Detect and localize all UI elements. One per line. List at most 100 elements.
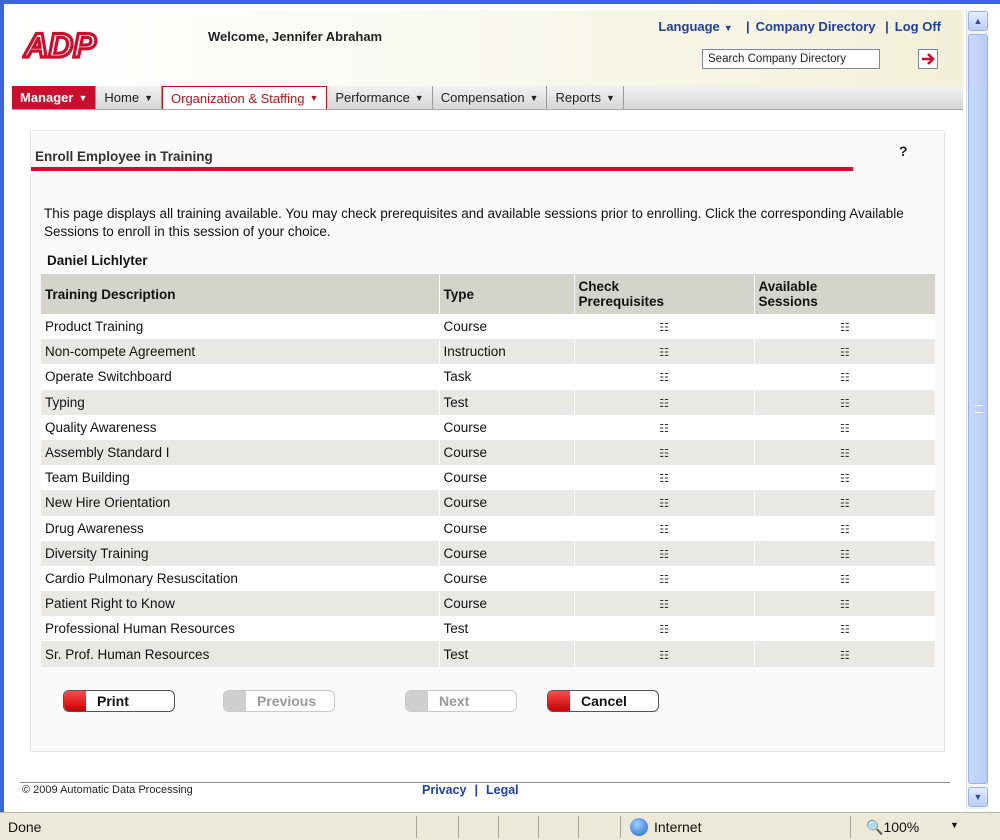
company-directory-link[interactable]: Company Directory xyxy=(756,19,876,34)
svg-text:ADP: ADP xyxy=(23,28,96,62)
scroll-thumb[interactable] xyxy=(968,34,988,784)
available-sessions-icon[interactable]: ☷ xyxy=(840,422,850,435)
log-off-link[interactable]: Log Off xyxy=(895,19,941,34)
check-prerequisites-icon[interactable]: ☷ xyxy=(659,649,669,662)
column-header-sessions: Available Sessions xyxy=(754,274,935,314)
chevron-down-icon: ▼ xyxy=(309,93,319,103)
available-sessions-icon[interactable]: ☷ xyxy=(840,371,850,384)
nav-compensation[interactable]: Compensation ▼ xyxy=(433,86,548,109)
training-type: Course xyxy=(439,565,575,592)
table-row: Patient Right to Know Course ☷ ☷ xyxy=(41,591,935,617)
available-sessions-icon[interactable]: ☷ xyxy=(840,573,850,586)
chevron-down-icon: ▼ xyxy=(414,92,424,103)
available-sessions-icon[interactable]: ☷ xyxy=(840,472,850,485)
globe-icon xyxy=(630,818,648,836)
check-prerequisites-icon[interactable]: ☷ xyxy=(659,598,669,611)
welcome-text: Welcome, Jennifer Abraham xyxy=(208,29,383,44)
chevron-down-icon[interactable]: ▼ xyxy=(950,820,959,830)
help-icon[interactable]: ? xyxy=(899,143,908,159)
check-prerequisites-icon[interactable]: ☷ xyxy=(659,497,669,510)
scroll-up-button[interactable]: ▲ xyxy=(968,11,988,31)
available-sessions-icon[interactable]: ☷ xyxy=(840,623,850,636)
training-type: Test xyxy=(439,389,575,415)
status-bar: Done Internet 🔍100% ▼ xyxy=(0,812,1000,840)
search-go-button[interactable] xyxy=(918,49,938,69)
chevron-down-icon: ▼ xyxy=(606,92,615,103)
nav-manager[interactable]: Manager ▼ xyxy=(12,86,97,109)
table-row: Sr. Prof. Human Resources Test ☷ ☷ xyxy=(41,641,935,667)
top-links: Language ▼ | Company Directory | Log Off xyxy=(658,19,941,34)
adp-logo[interactable]: ADP xyxy=(22,28,114,62)
vertical-scrollbar[interactable]: ▲ ▼ xyxy=(966,10,988,809)
training-description: Typing xyxy=(41,389,440,415)
nav-home[interactable]: Home ▼ xyxy=(96,86,162,109)
check-prerequisites-icon[interactable]: ☷ xyxy=(659,346,669,359)
check-prerequisites-icon[interactable]: ☷ xyxy=(659,397,669,410)
main-nav: Manager ▼ Home ▼ Organization & Staffing ▼ … xyxy=(12,86,963,110)
training-description: Non-compete Agreement xyxy=(41,339,440,365)
available-sessions-icon[interactable]: ☷ xyxy=(840,447,850,460)
table-row: Quality Awareness Course ☷ ☷ xyxy=(41,414,935,440)
nav-performance[interactable]: Performance ▼ xyxy=(327,86,433,109)
available-sessions-icon[interactable]: ☷ xyxy=(840,649,850,662)
check-prerequisites-icon[interactable]: ☷ xyxy=(659,472,669,485)
check-prerequisites-icon[interactable]: ☷ xyxy=(659,422,669,435)
table-row: New Hire Orientation Course ☷ ☷ xyxy=(41,490,935,516)
table-row: Typing Test ☷ ☷ xyxy=(41,389,935,415)
table-row: Operate Switchboard Task ☷ ☷ xyxy=(41,364,935,390)
scroll-down-button[interactable]: ▼ xyxy=(968,787,988,807)
column-header-description: Training Description xyxy=(41,274,440,314)
training-description: Team Building xyxy=(41,465,440,491)
security-zone: Internet xyxy=(630,818,701,836)
available-sessions-icon[interactable]: ☷ xyxy=(840,397,850,410)
training-description: Sr. Prof. Human Resources xyxy=(41,641,440,667)
training-description: Diversity Training xyxy=(41,540,440,566)
next-button[interactable]: Next xyxy=(405,690,517,712)
chevron-down-icon: ▼ xyxy=(529,92,539,103)
check-prerequisites-icon[interactable]: ☷ xyxy=(659,447,669,460)
available-sessions-icon[interactable]: ☷ xyxy=(840,497,850,510)
check-prerequisites-icon[interactable]: ☷ xyxy=(659,623,669,636)
table-row: Non-compete Agreement Instruction ☷ ☷ xyxy=(41,339,935,365)
training-type: Course xyxy=(439,490,575,516)
search-input[interactable] xyxy=(702,49,880,69)
available-sessions-icon[interactable]: ☷ xyxy=(840,548,850,561)
legal-link[interactable]: Legal xyxy=(486,783,519,797)
header: ADP Welcome, Jennifer Abraham Language ▼ … xyxy=(12,10,963,86)
table-row: Cardio Pulmonary Resuscitation Course ☷ ☷ xyxy=(41,565,935,592)
check-prerequisites-icon[interactable]: ☷ xyxy=(659,371,669,384)
check-prerequisites-icon[interactable]: ☷ xyxy=(659,548,669,561)
language-menu[interactable]: Language ▼ xyxy=(658,19,732,34)
check-prerequisites-icon[interactable]: ☷ xyxy=(659,523,669,536)
training-table: Training Description Type Check Prerequi… xyxy=(41,274,935,667)
table-row: Professional Human Resources Test ☷ ☷ xyxy=(41,616,935,642)
training-type: Course xyxy=(439,515,575,541)
print-button[interactable]: Print xyxy=(63,690,175,712)
nav-organization-staffing[interactable]: Organization & Staffing ▼ xyxy=(162,86,328,109)
training-type: Test xyxy=(439,641,575,667)
available-sessions-icon[interactable]: ☷ xyxy=(840,321,850,334)
available-sessions-icon[interactable]: ☷ xyxy=(840,598,850,611)
training-type: Course xyxy=(439,314,575,340)
footer-links: Privacy | Legal xyxy=(422,783,519,797)
available-sessions-icon[interactable]: ☷ xyxy=(840,523,850,536)
available-sessions-icon[interactable]: ☷ xyxy=(840,346,850,359)
training-description: Operate Switchboard xyxy=(41,364,440,390)
training-description: Professional Human Resources xyxy=(41,616,440,642)
training-type: Course xyxy=(439,465,575,491)
title-underline xyxy=(31,167,853,171)
training-description: Drug Awareness xyxy=(41,515,440,541)
zoom-level[interactable]: 🔍100% xyxy=(866,819,919,836)
previous-button[interactable]: Previous xyxy=(223,690,335,712)
cancel-button[interactable]: Cancel xyxy=(547,690,659,712)
check-prerequisites-icon[interactable]: ☷ xyxy=(659,573,669,586)
page-title: Enroll Employee in Training xyxy=(35,149,213,164)
training-type: Course xyxy=(439,439,575,466)
training-type: Task xyxy=(439,364,575,390)
training-type: Instruction xyxy=(439,339,575,365)
nav-reports[interactable]: Reports ▼ xyxy=(547,86,624,109)
table-row: Diversity Training Course ☷ ☷ xyxy=(41,540,935,566)
privacy-link[interactable]: Privacy xyxy=(422,783,466,797)
training-type: Course xyxy=(439,591,575,617)
check-prerequisites-icon[interactable]: ☷ xyxy=(659,321,669,334)
